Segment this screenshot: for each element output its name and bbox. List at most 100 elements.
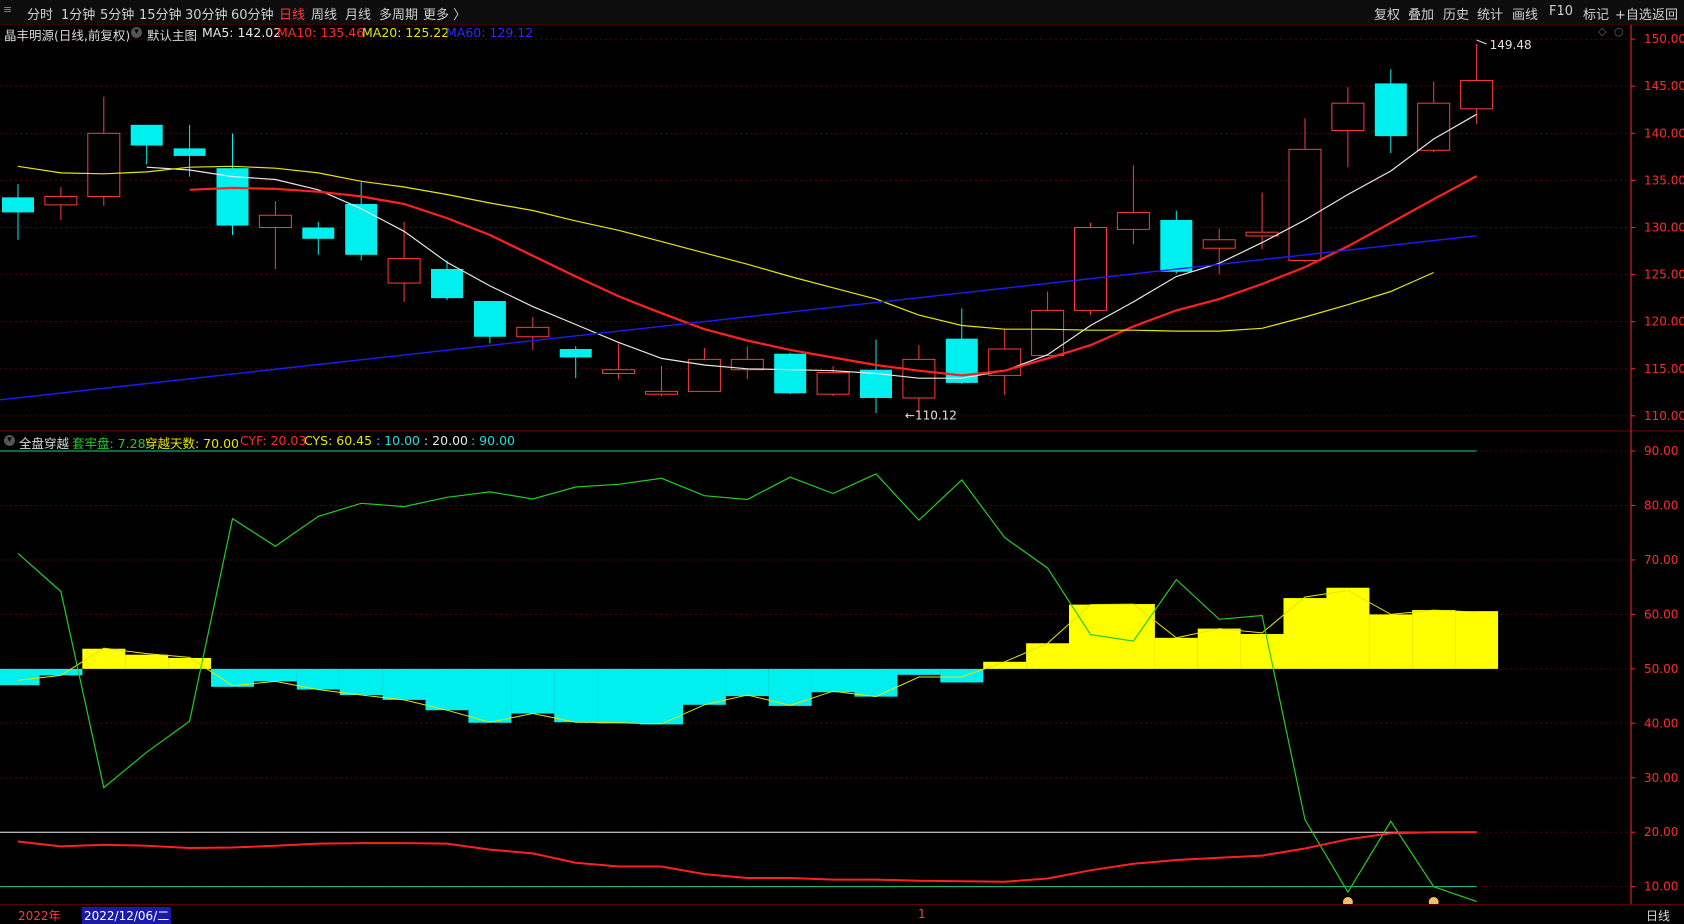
indicator-bar — [382, 668, 426, 700]
candle-body — [258, 214, 292, 228]
ma20-value: MA20: 125.22 — [362, 25, 450, 40]
y-tick-label: 140.00 — [1644, 126, 1684, 140]
candle-body — [559, 349, 592, 358]
indicator-bar — [339, 668, 383, 695]
y-tick-label: 40.00 — [1644, 716, 1678, 730]
legend-item-6: : 20.00 — [424, 433, 468, 448]
candle-body — [687, 358, 721, 392]
circle-icon[interactable]: ○ — [1614, 25, 1624, 38]
y-tick-label: 20.00 — [1644, 825, 1678, 839]
y-tick-label: 145.00 — [1644, 79, 1684, 93]
indicator-bar — [1455, 611, 1499, 669]
candle-body — [130, 124, 163, 146]
cursor-date-label: 2022/12/06/二 — [82, 907, 172, 924]
indicator-bar — [682, 668, 726, 705]
legend-item-2: 穿越天数: 70.00 — [145, 436, 239, 451]
y-tick-label: 135.00 — [1644, 173, 1684, 187]
y-tick-label: 120.00 — [1644, 315, 1684, 329]
candle-body — [473, 300, 506, 337]
kline-chart[interactable]: 150.00145.00140.00135.00130.00125.00120.… — [0, 0, 1684, 922]
candle-body — [1331, 102, 1365, 131]
indicator-bar — [1326, 587, 1370, 669]
legend-item-3: CYF: 20.03 — [240, 433, 307, 448]
indicator-bar — [725, 668, 769, 697]
indicator-bar — [554, 668, 598, 723]
indicator-bar — [1026, 643, 1070, 669]
candle-body — [1116, 211, 1150, 230]
y-tick-label: 150.00 — [1644, 32, 1684, 46]
indicator-bar — [39, 668, 83, 676]
template-name[interactable]: 默认主图 — [147, 25, 197, 44]
indicator-bar — [597, 668, 641, 724]
y-tick-label: 50.00 — [1644, 662, 1678, 676]
cyf-line — [17, 831, 1477, 883]
y-tick-label: 60.00 — [1644, 607, 1678, 621]
ma5-value: MA5: 142.02 — [202, 25, 282, 40]
candle-body — [302, 227, 335, 239]
y-tick-label: 115.00 — [1644, 362, 1684, 376]
indicator-bar — [1240, 634, 1284, 669]
candle-body — [516, 326, 550, 338]
candle-body — [44, 195, 78, 206]
year-label: 2022年 — [18, 909, 61, 923]
y-tick-label: 90.00 — [1644, 444, 1678, 458]
candle-body — [1460, 80, 1494, 110]
ma60-value: MA60: 129.12 — [446, 25, 534, 40]
candle-body — [431, 268, 463, 299]
period-label[interactable]: 日线 — [1646, 907, 1670, 924]
indicator-bar — [253, 668, 297, 682]
high-price-label: 149.48 — [1490, 38, 1532, 52]
date-axis-bar: 2022年 2022/12/06/二 1 日线 — [0, 904, 1684, 924]
subchart-collapse-icon[interactable]: ▾ — [4, 435, 15, 446]
candle-body — [173, 148, 206, 156]
candle-body — [816, 372, 850, 395]
candle-body — [602, 369, 636, 374]
ma60-line — [0, 235, 1477, 401]
indicator-name[interactable]: 全盘穿越 — [19, 433, 69, 452]
candle-body — [1417, 102, 1451, 151]
ma10-value: MA10: 135.46 — [277, 25, 365, 40]
indicator-bar — [940, 668, 984, 683]
indicator-bar — [82, 648, 126, 669]
candle-body — [1074, 227, 1107, 311]
indicator-bar — [897, 668, 941, 675]
indicator-bar — [1111, 604, 1155, 669]
indicator-bar — [811, 668, 855, 693]
indicator-bar — [425, 668, 469, 711]
candle-body — [645, 390, 678, 395]
month-marker: 1 — [918, 907, 926, 921]
indicator-bar — [1369, 614, 1413, 669]
indicator-bar — [640, 668, 683, 725]
candle-body — [1031, 309, 1065, 357]
candle-body — [1374, 83, 1407, 137]
low-price-label: ←110.12 — [905, 409, 957, 423]
candle-body — [1288, 148, 1322, 261]
indicator-bar — [468, 668, 512, 723]
candle-body — [87, 132, 121, 197]
indicator-bar — [0, 668, 40, 686]
legend-item-5: : 10.00 — [376, 433, 420, 448]
candle-body — [1160, 219, 1193, 272]
y-tick-label: 30.00 — [1644, 771, 1678, 785]
ma10-line — [189, 175, 1478, 377]
high-arrow — [1476, 39, 1487, 45]
collapse-icon[interactable]: ▾ — [131, 27, 142, 38]
indicator-bar — [983, 661, 1027, 669]
stock-title: 晶丰明源(日线,前复权) — [4, 28, 131, 43]
indicator-bar — [1197, 628, 1241, 669]
indicator-bar — [125, 654, 169, 669]
y-tick-label: 110.00 — [1644, 409, 1684, 423]
legend-item-7: : 90.00 — [471, 433, 515, 448]
candle-body — [1245, 231, 1279, 237]
candle-body — [2, 197, 34, 213]
y-tick-label: 80.00 — [1644, 499, 1678, 513]
indicator-bar — [854, 668, 898, 697]
candle-body — [1202, 239, 1236, 249]
indicator-bar — [511, 668, 555, 714]
candle-body — [345, 203, 378, 255]
diamond-icon[interactable]: ◇ — [1598, 25, 1606, 38]
candle-body — [387, 258, 421, 284]
y-tick-label: 10.00 — [1644, 880, 1678, 894]
candle-body — [774, 353, 807, 394]
y-tick-label: 130.00 — [1644, 221, 1684, 235]
